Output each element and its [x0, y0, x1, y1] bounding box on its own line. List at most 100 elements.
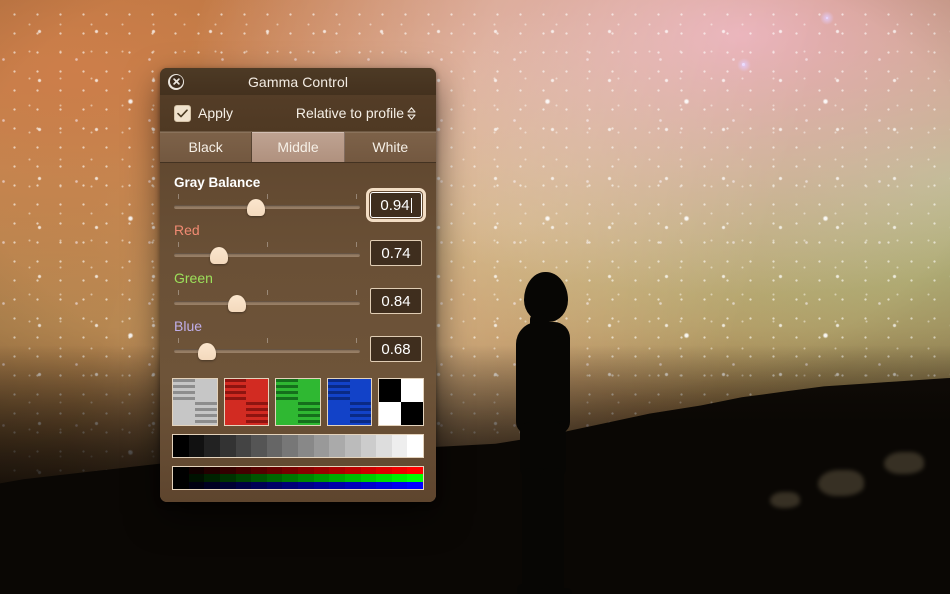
- value-field-gray[interactable]: 0.94: [366, 188, 426, 222]
- ramp-step: [376, 467, 392, 475]
- red-ramp: [173, 467, 423, 475]
- text-caret: [410, 197, 412, 213]
- slider-ticks: [174, 290, 360, 296]
- slider-tick: [356, 242, 358, 247]
- slider-track[interactable]: [174, 301, 360, 305]
- preview-swatch-area: [160, 372, 436, 502]
- ramp-step: [251, 474, 267, 482]
- rgb-ramp: [172, 466, 424, 490]
- slider-tick: [177, 194, 179, 199]
- apply-row: Apply Relative to profile: [160, 95, 436, 131]
- gray-swatch: [172, 378, 218, 426]
- value-field-blue[interactable]: 0.68: [370, 336, 422, 362]
- apply-label: Apply: [198, 105, 234, 121]
- ramp-step: [188, 474, 205, 482]
- window-title: Gamma Control: [247, 73, 349, 90]
- swatch-quadrant: [297, 402, 320, 425]
- swatch-quadrant: [173, 379, 195, 402]
- apply-checkbox[interactable]: Apply: [174, 104, 234, 122]
- ramp-step: [298, 474, 314, 482]
- value-field-red[interactable]: 0.74: [370, 240, 422, 266]
- bright-star: [742, 63, 745, 66]
- segment-black[interactable]: Black: [160, 132, 253, 162]
- slider-knob-green[interactable]: [228, 295, 247, 312]
- swatch-quadrant: [327, 379, 350, 402]
- gamma-mode-value: Relative to profile: [295, 105, 404, 121]
- ramp-step: [313, 467, 330, 475]
- slider-track[interactable]: [174, 253, 360, 257]
- slider-block-red: Red 0.74: [174, 222, 422, 266]
- gray-ramp-step: [376, 435, 392, 457]
- ramp-step: [219, 467, 236, 475]
- slider-knob-red[interactable]: [209, 247, 228, 264]
- ramp-step: [376, 474, 392, 482]
- rock-highlight: [770, 492, 800, 508]
- segment-middle[interactable]: Middle: [252, 132, 345, 162]
- segment-white[interactable]: White: [344, 132, 436, 162]
- ramp-step: [360, 481, 377, 489]
- slider-tick: [177, 338, 179, 343]
- ramp-step: [391, 481, 408, 489]
- slider-tick: [177, 290, 179, 295]
- ramp-step: [188, 467, 205, 475]
- gray-ramp-step: [407, 435, 423, 457]
- swatch-quadrant: [349, 402, 372, 425]
- tone-range-segmented-control: Black Middle White: [160, 131, 436, 163]
- ramp-step: [266, 474, 283, 482]
- ramp-step: [204, 467, 220, 475]
- ramp-step: [360, 474, 377, 482]
- person-leg: [540, 468, 564, 594]
- ramp-step: [344, 467, 361, 475]
- close-icon[interactable]: [168, 73, 184, 90]
- slider-knob-blue[interactable]: [198, 343, 217, 360]
- bw-swatch: [378, 378, 424, 426]
- swatch-quadrant: [349, 379, 372, 402]
- slider-knob-gray[interactable]: [246, 199, 265, 216]
- slider-block-green: Green 0.84: [174, 270, 422, 314]
- window-titlebar[interactable]: Gamma Control: [160, 68, 436, 95]
- ramp-step: [313, 481, 330, 489]
- segment-label: Black: [188, 139, 223, 155]
- value-text: 0.94: [380, 196, 410, 214]
- ramp-step: [219, 481, 236, 489]
- ramp-step: [235, 481, 252, 489]
- value-text: 0.74: [381, 244, 411, 262]
- ramp-step: [173, 467, 189, 475]
- green-swatch: [275, 378, 321, 426]
- slider-block-blue: Blue 0.68: [174, 318, 422, 362]
- gamma-mode-popup-button[interactable]: Relative to profile: [296, 105, 418, 121]
- slider-tick: [356, 290, 358, 295]
- slider-tick: [356, 338, 358, 343]
- swatch-quadrant: [194, 402, 217, 425]
- gray-ramp-step: [173, 435, 189, 457]
- value-field-green[interactable]: 0.84: [370, 288, 422, 314]
- slider-red[interactable]: [174, 242, 360, 264]
- slider-row-gray: 0.94: [174, 188, 426, 222]
- slider-ticks: [174, 338, 360, 344]
- slider-blue[interactable]: [174, 338, 360, 360]
- ramp-step: [251, 481, 267, 489]
- ramp-step: [344, 474, 361, 482]
- slider-green[interactable]: [174, 290, 360, 312]
- checkmark-icon[interactable]: [174, 104, 191, 122]
- gamma-control-window: Gamma Control Apply Relative to profile: [160, 68, 436, 502]
- blue-swatch: [326, 378, 373, 426]
- ramp-step: [282, 481, 298, 489]
- value-text: 0.84: [381, 292, 411, 310]
- ramp-step: [313, 474, 330, 482]
- ramp-step: [282, 467, 298, 475]
- ramp-step: [235, 467, 252, 475]
- ramp-step: [235, 474, 252, 482]
- swatch-quadrant: [173, 402, 195, 425]
- slider-gray[interactable]: [174, 194, 360, 216]
- swatch-quadrant: [379, 402, 402, 425]
- rock-highlight: [818, 470, 864, 496]
- ramp-step: [391, 474, 408, 482]
- slider-track[interactable]: [174, 205, 360, 209]
- swatch-quadrant: [327, 402, 350, 425]
- ramp-step: [407, 481, 423, 489]
- ramp-step: [173, 474, 189, 482]
- panel-body: Apply Relative to profile Black Middle Whi…: [160, 95, 436, 502]
- value-text: 0.68: [381, 340, 411, 358]
- ramp-step: [391, 467, 408, 475]
